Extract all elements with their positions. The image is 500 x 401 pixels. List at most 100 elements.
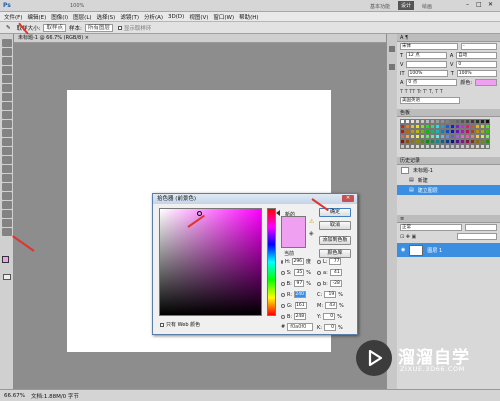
font-family-select[interactable]: 宋体 xyxy=(400,43,458,50)
opacity-field[interactable] xyxy=(464,224,497,231)
history-item-active[interactable]: ▤ 建立图层 xyxy=(397,185,500,195)
healing-tool-icon[interactable] xyxy=(2,93,12,101)
horizontal-scale-field[interactable]: 100% xyxy=(456,70,497,77)
type-tool-icon[interactable] xyxy=(2,174,12,182)
layer-row[interactable]: ◉ 图层 1 xyxy=(397,243,500,257)
3d-rotate-tool-icon[interactable] xyxy=(2,201,12,209)
minimize-icon[interactable]: – xyxy=(466,1,469,8)
current-color-swatch[interactable] xyxy=(282,232,305,247)
hue-slider-handle[interactable] xyxy=(276,210,280,216)
history-tab[interactable]: 历史记录 xyxy=(397,157,500,165)
magenta-field[interactable]: 43 xyxy=(325,302,337,309)
menu-analysis[interactable]: 分析(A) xyxy=(144,13,163,21)
menu-select[interactable]: 选择(S) xyxy=(97,13,116,21)
menu-file[interactable]: 文件(F) xyxy=(4,13,22,21)
baseline-field[interactable]: 0 点 xyxy=(406,79,458,86)
hue-field[interactable]: 296 xyxy=(292,258,305,265)
green-field[interactable]: 161 xyxy=(294,302,307,309)
a-field[interactable]: 41 xyxy=(329,269,342,276)
swatch-tile[interactable] xyxy=(485,144,490,149)
layer-name[interactable]: 图层 1 xyxy=(427,247,442,254)
ok-button[interactable]: 确定 xyxy=(319,208,351,217)
fill-field[interactable] xyxy=(456,233,497,240)
workspace-design[interactable]: 设计 xyxy=(398,1,415,10)
quick-select-tool-icon[interactable] xyxy=(2,66,12,74)
show-ring-checkbox[interactable] xyxy=(117,25,122,30)
menu-image[interactable]: 图像(I) xyxy=(51,13,68,21)
foreground-color-swatch[interactable] xyxy=(2,256,9,263)
character-panel-header[interactable]: A ¶ xyxy=(397,34,500,42)
brightness-field[interactable]: 97 xyxy=(293,280,305,287)
gradient-tool-icon[interactable] xyxy=(2,138,12,146)
eraser-tool-icon[interactable] xyxy=(2,129,12,137)
zoom-tool-icon[interactable] xyxy=(2,228,12,236)
swatches-tab[interactable]: 色板 xyxy=(397,109,500,117)
layers-panel-header[interactable]: ≡ xyxy=(397,215,500,223)
color-field[interactable] xyxy=(159,208,262,316)
add-to-swatches-button[interactable]: 添加到色板 xyxy=(319,236,351,245)
history-snapshot[interactable]: 未标题-1 xyxy=(397,165,500,175)
dodge-tool-icon[interactable] xyxy=(2,156,12,164)
brush-tool-icon[interactable] xyxy=(2,102,12,110)
menu-help[interactable]: 帮助(H) xyxy=(239,13,258,21)
lasso-tool-icon[interactable] xyxy=(2,57,12,65)
menu-layer[interactable]: 图层(L) xyxy=(73,13,91,21)
sample-select[interactable]: 所有图层 xyxy=(84,23,113,32)
b-field[interactable]: -28 xyxy=(329,280,342,287)
workspace-draw[interactable]: 绘画 xyxy=(422,3,432,10)
cancel-button[interactable]: 取消 xyxy=(319,221,351,230)
blend-mode-select[interactable]: 正常 xyxy=(400,224,462,231)
red-field[interactable]: 240 xyxy=(294,291,307,298)
sample-size-select[interactable]: 取样点 xyxy=(43,23,66,32)
gamut-warning-icon[interactable]: ⚠ xyxy=(309,218,314,225)
zoom-dropdown[interactable]: 100% xyxy=(70,3,84,9)
l-field[interactable]: 77 xyxy=(329,258,342,265)
path-select-tool-icon[interactable] xyxy=(2,183,12,191)
move-tool-icon[interactable] xyxy=(2,39,12,47)
document-tab[interactable]: 未标题-1 @ 66.7% (RGB/8) × xyxy=(14,34,386,43)
black-field[interactable]: 0 xyxy=(323,324,336,331)
eyedropper-tool-icon[interactable] xyxy=(2,84,12,92)
cyan-field[interactable]: 19 xyxy=(324,291,337,298)
leading-field[interactable]: 自动 xyxy=(456,52,498,59)
pen-tool-icon[interactable] xyxy=(2,165,12,173)
menu-view[interactable]: 视图(V) xyxy=(189,13,208,21)
tracking-field[interactable]: 0 xyxy=(456,61,497,68)
stamp-tool-icon[interactable] xyxy=(2,111,12,119)
menu-filter[interactable]: 滤镜(T) xyxy=(120,13,139,21)
history-item[interactable]: ▤ 新建 xyxy=(397,175,500,185)
menu-window[interactable]: 窗口(W) xyxy=(213,13,234,21)
panel-toggle-icon[interactable] xyxy=(389,64,395,70)
vertical-scale-field[interactable]: 100% xyxy=(407,70,448,77)
eyedropper-icon[interactable]: ✎ xyxy=(6,25,11,31)
menu-edit[interactable]: 编辑(E) xyxy=(27,13,46,21)
font-style-select[interactable]: - xyxy=(461,43,497,50)
web-only-checkbox[interactable] xyxy=(160,322,164,327)
hue-radio[interactable] xyxy=(281,259,283,264)
3d-camera-tool-icon[interactable] xyxy=(2,210,12,218)
web-only-option[interactable]: 只有 Web 颜色 xyxy=(160,321,200,328)
dialog-close-button[interactable]: ✕ xyxy=(342,195,354,202)
maximize-icon[interactable]: □ xyxy=(476,1,482,8)
text-color-swatch[interactable] xyxy=(475,79,497,86)
status-zoom[interactable]: 66.67% xyxy=(4,393,25,399)
hand-tool-icon[interactable] xyxy=(2,219,12,227)
blur-tool-icon[interactable] xyxy=(2,147,12,155)
hue-slider[interactable] xyxy=(267,208,276,316)
eye-icon[interactable]: ◉ xyxy=(401,247,405,253)
close-icon[interactable]: ✕ xyxy=(488,1,493,8)
workspace-basic[interactable]: 基本功能 xyxy=(370,3,390,10)
quick-mask-icon[interactable] xyxy=(3,274,11,280)
kerning-field[interactable] xyxy=(406,61,447,68)
type-style-icons[interactable]: T T TT Tr T' T, T T xyxy=(400,89,443,95)
panel-toggle-icon[interactable] xyxy=(389,46,395,52)
web-cube-icon[interactable]: ◈ xyxy=(309,230,314,237)
font-size-field[interactable]: 12 点 xyxy=(406,52,447,59)
crop-tool-icon[interactable] xyxy=(2,75,12,83)
language-select[interactable]: 美国英语 xyxy=(400,97,460,104)
shape-tool-icon[interactable] xyxy=(2,192,12,200)
lock-icons[interactable]: ⊡ ✚ ▣ xyxy=(400,234,416,240)
yellow-field[interactable]: 0 xyxy=(323,313,336,320)
saturation-field[interactable]: 35 xyxy=(293,269,305,276)
history-brush-tool-icon[interactable] xyxy=(2,120,12,128)
